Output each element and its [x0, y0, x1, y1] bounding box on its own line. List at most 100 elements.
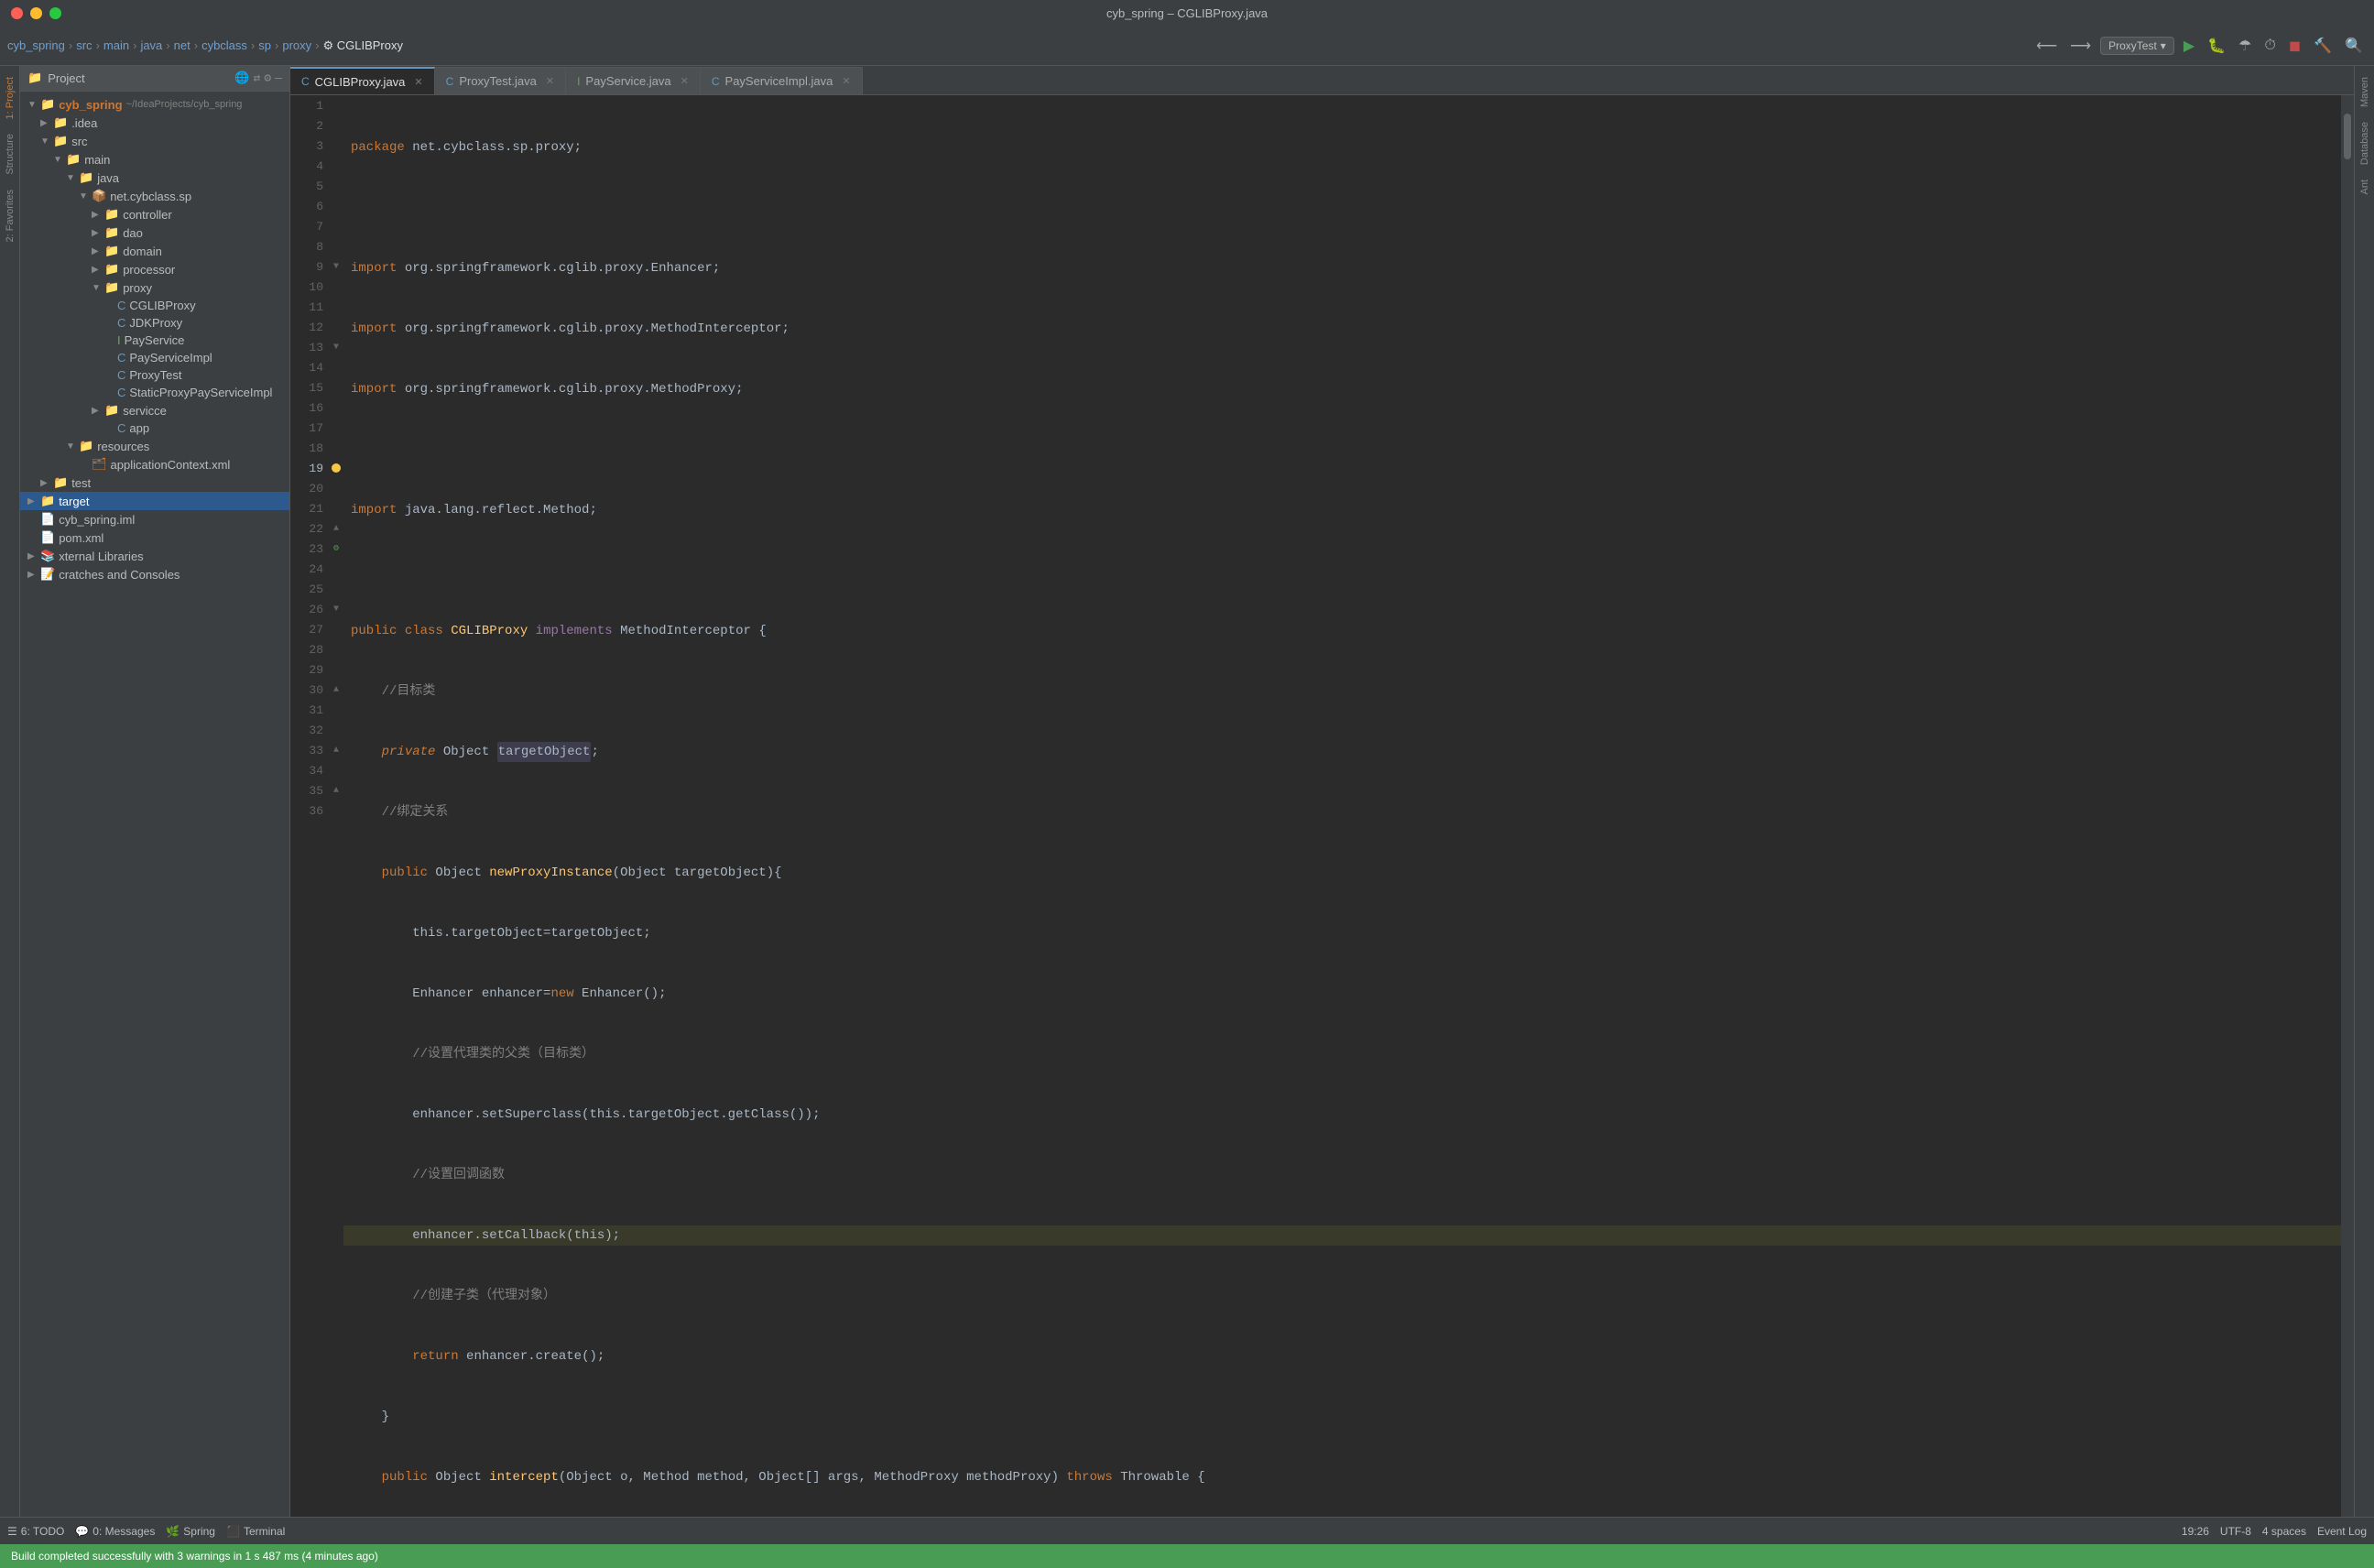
idea-label: .idea [71, 116, 97, 130]
database-tab[interactable]: Database [2358, 114, 2372, 172]
sidebar-item-net-cybclass-sp[interactable]: ▼ 📦 net.cybclass.sp [20, 187, 289, 205]
sidebar-item-payserviceimpl[interactable]: C PayServiceImpl [20, 349, 289, 366]
sidebar-item-ext-libs[interactable]: ▶ 📚 xternal Libraries [20, 547, 289, 565]
code-line-20: //创建子类（代理对象） [343, 1286, 2341, 1306]
sidebar-item-proxytest[interactable]: C ProxyTest [20, 366, 289, 384]
sidebar-item-appcontext[interactable]: 🗂 applicationContext.xml [20, 455, 289, 474]
event-log-tab[interactable]: Event Log [2317, 1525, 2367, 1538]
code-line-14: this.targetObject=targetObject; [343, 923, 2341, 943]
sidebar-item-app[interactable]: C app [20, 419, 289, 437]
todo-label: 6: TODO [21, 1525, 65, 1538]
breadcrumb-cyb-spring[interactable]: cyb_spring [7, 38, 65, 52]
navigate-back-button[interactable]: ⟵ [2032, 35, 2061, 57]
tab-payserviceimpl[interactable]: C PayServiceImpl.java ✕ [701, 67, 863, 94]
sidebar-sync-icon[interactable]: ⇄ [254, 71, 261, 85]
java-folder-icon: 📁 [79, 170, 93, 185]
sidebar-item-idea[interactable]: ▶ 📁 .idea [20, 114, 289, 132]
structure-tab[interactable]: Structure [3, 130, 17, 179]
build-button[interactable]: 🔨 [2310, 35, 2336, 57]
sidebar-item-iml[interactable]: 📄 cyb_spring.iml [20, 510, 289, 528]
messages-tab[interactable]: 💬 0: Messages [75, 1525, 155, 1538]
ant-tab[interactable]: Ant [2358, 172, 2372, 202]
ln-24: 24 [290, 562, 329, 576]
sidebar-collapse-icon[interactable]: — [275, 71, 282, 85]
run-config-selector[interactable]: ProxyTest ▾ [2100, 37, 2174, 55]
sidebar-item-resources[interactable]: ▼ 📁 resources [20, 437, 289, 455]
tab-payservice[interactable]: I PayService.java ✕ [566, 67, 701, 94]
breadcrumb-net[interactable]: net [174, 38, 191, 52]
breadcrumb-main[interactable]: main [103, 38, 129, 52]
profile-button[interactable]: ⏱ [2260, 36, 2279, 56]
search-button[interactable]: 🔍 [2341, 35, 2367, 57]
sidebar-item-pom[interactable]: 📄 pom.xml [20, 528, 289, 547]
breadcrumb-proxy[interactable]: proxy [282, 38, 311, 52]
proxytest-tab-close[interactable]: ✕ [546, 75, 554, 87]
editor-area: C CGLIBProxy.java ✕ C ProxyTest.java ✕ I… [290, 66, 2354, 1517]
sidebar-item-main[interactable]: ▼ 📁 main [20, 150, 289, 169]
status-bar: Build completed successfully with 3 warn… [0, 1544, 2374, 1568]
appcontext-label: applicationContext.xml [111, 458, 231, 472]
main-label: main [84, 153, 110, 167]
code-editor[interactable]: 1 2 3 4 5 6 7 8 9▼ 10 11 12 13▼ 14 15 16… [290, 95, 2354, 1517]
code-content[interactable]: package net.cybclass.sp.proxy; import or… [343, 95, 2341, 1517]
sidebar-item-test[interactable]: ▶ 📁 test [20, 474, 289, 492]
sidebar-item-servicce[interactable]: ▶ 📁 servicce [20, 401, 289, 419]
code-line-8 [343, 561, 2341, 581]
maven-tab[interactable]: Maven [2358, 70, 2372, 114]
sidebar-item-cglibproxy[interactable]: C CGLIBProxy [20, 297, 289, 314]
code-line-17: enhancer.setSuperclass(this.targetObject… [343, 1105, 2341, 1125]
sidebar-item-cyb-spring[interactable]: ▼ 📁 cyb_spring ~/IdeaProjects/cyb_spring [20, 95, 289, 114]
tab-cglibproxy[interactable]: C CGLIBProxy.java ✕ [290, 67, 435, 94]
ln-23: 23 [290, 542, 329, 556]
ln-10: 10 [290, 280, 329, 294]
messages-icon: 💬 [75, 1525, 89, 1538]
maximize-button[interactable] [49, 7, 61, 19]
payserviceimpl-tab-close[interactable]: ✕ [842, 75, 850, 87]
close-button[interactable] [11, 7, 23, 19]
code-line-11: private Object targetObject; [343, 742, 2341, 762]
sidebar-globe-icon[interactable]: 🌐 [234, 71, 249, 85]
spring-tab[interactable]: 🌿 Spring [166, 1525, 215, 1538]
vertical-scrollbar[interactable] [2341, 95, 2354, 1517]
sidebar-item-staticproxy[interactable]: C StaticProxyPayServiceImpl [20, 384, 289, 401]
sidebar-item-payservice[interactable]: I PayService [20, 332, 289, 349]
cursor-position: 19:26 [2182, 1525, 2209, 1538]
project-tab[interactable]: 1: Project [3, 73, 17, 123]
sidebar-item-target[interactable]: ▶ 📁 target [20, 492, 289, 510]
breakpoint-19[interactable] [332, 463, 341, 473]
terminal-tab[interactable]: ⬛ Terminal [226, 1525, 285, 1538]
sidebar-item-dao[interactable]: ▶ 📁 dao [20, 223, 289, 242]
breadcrumb-src[interactable]: src [76, 38, 92, 52]
sidebar-item-processor[interactable]: ▶ 📁 processor [20, 260, 289, 278]
stop-button[interactable]: ◼ [2285, 35, 2304, 57]
sidebar-item-proxy[interactable]: ▼ 📁 proxy [20, 278, 289, 297]
sidebar-item-scratches[interactable]: ▶ 📝 cratches and Consoles [20, 565, 289, 583]
breadcrumb-cybclass[interactable]: cybclass [201, 38, 247, 52]
breadcrumb-java[interactable]: java [140, 38, 162, 52]
ln-7: 7 [290, 220, 329, 234]
run-config-label: ProxyTest [2108, 39, 2157, 52]
cglibproxy-tab-close[interactable]: ✕ [414, 76, 422, 88]
main-folder-icon: 📁 [66, 152, 81, 167]
breadcrumb-cglibproxy[interactable]: ⚙ CGLIBProxy [322, 38, 403, 53]
sidebar-item-domain[interactable]: ▶ 📁 domain [20, 242, 289, 260]
payservice-tab-close[interactable]: ✕ [681, 75, 689, 87]
sidebar-item-java[interactable]: ▼ 📁 java [20, 169, 289, 187]
sidebar-item-jdkproxy[interactable]: C JDKProxy [20, 314, 289, 332]
navigate-forward-button[interactable]: ⟶ [2066, 35, 2095, 57]
spring-icon: 🌿 [166, 1525, 180, 1538]
run-button[interactable]: ▶ [2180, 35, 2198, 57]
favorites-tab[interactable]: 2: Favorites [3, 186, 17, 245]
sidebar-item-controller[interactable]: ▶ 📁 controller [20, 205, 289, 223]
sidebar-settings-icon[interactable]: ⚙ [264, 71, 271, 85]
ln-8: 8 [290, 240, 329, 254]
debug-button[interactable]: 🐛 [2204, 35, 2229, 57]
breadcrumb-sp[interactable]: sp [258, 38, 271, 52]
minimize-button[interactable] [30, 7, 42, 19]
todo-tab[interactable]: ☰ 6: TODO [7, 1525, 64, 1538]
tab-proxytest[interactable]: C ProxyTest.java ✕ [435, 67, 566, 94]
sidebar-item-src[interactable]: ▼ 📁 src [20, 132, 289, 150]
bottom-bar: ☰ 6: TODO 💬 0: Messages 🌿 Spring ⬛ Termi… [0, 1517, 2374, 1544]
coverage-button[interactable]: ☂ [2235, 35, 2255, 57]
scrollbar-thumb[interactable] [2344, 114, 2351, 159]
